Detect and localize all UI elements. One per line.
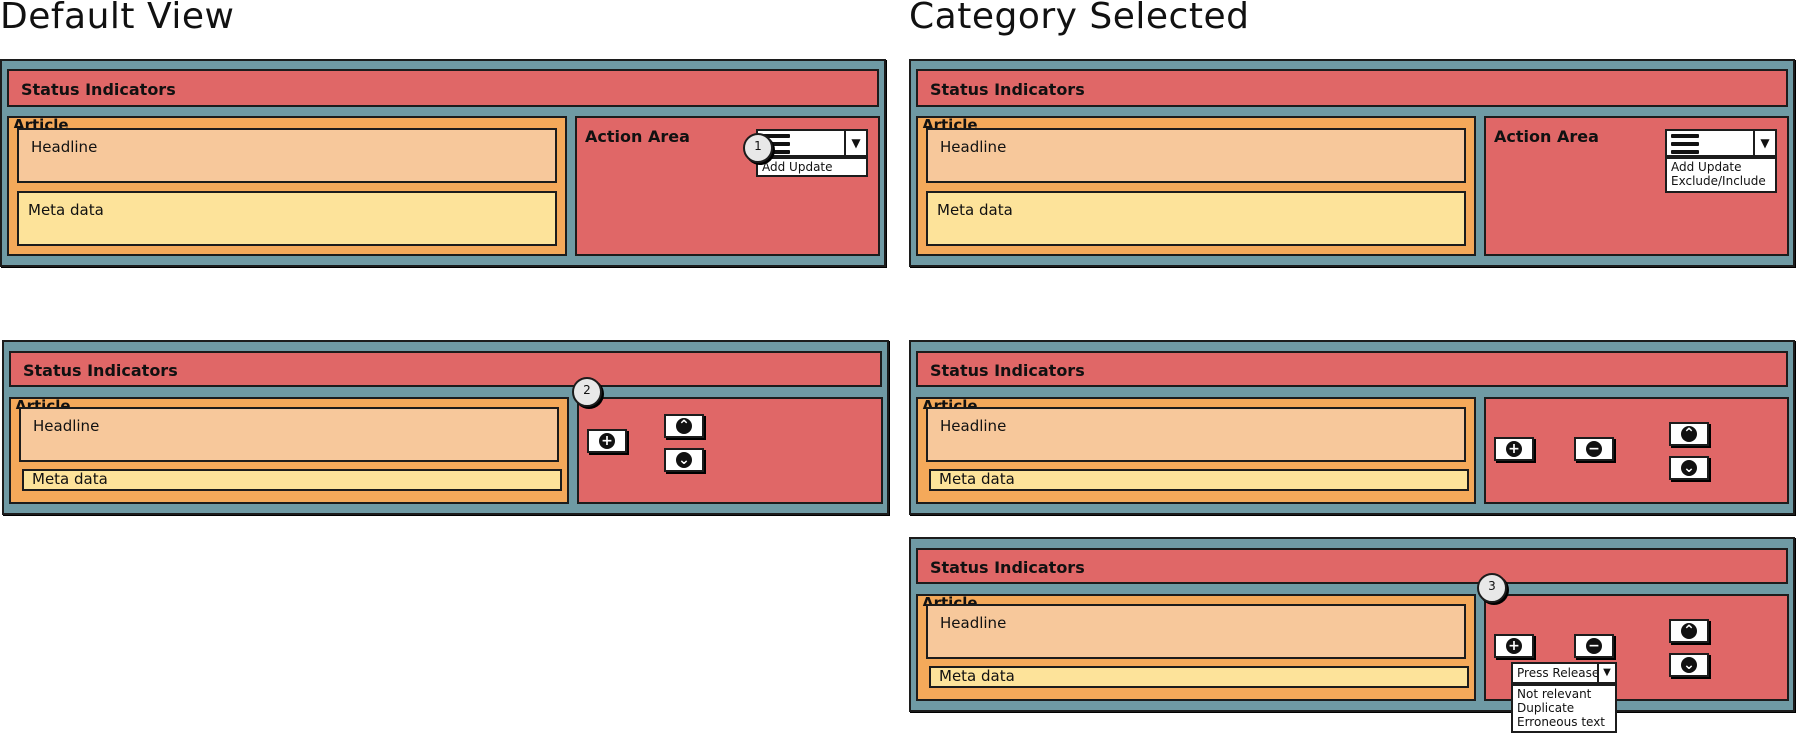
callout-3: 3 <box>1477 573 1507 603</box>
minus-icon: − <box>1586 441 1602 457</box>
move-down-button[interactable]: ⌄ <box>1669 456 1709 480</box>
callout-1: 1 <box>743 133 773 163</box>
category-select-value: Press Release <box>1517 666 1600 680</box>
headline-field[interactable]: Headline <box>926 604 1466 659</box>
meta-data-field[interactable]: Meta data <box>17 191 557 246</box>
meta-data-field[interactable]: Meta data <box>929 469 1469 491</box>
status-indicators: Status Indicators <box>7 69 879 107</box>
action-area: Action Area ▼ Add Update Exclude/Include <box>1484 116 1789 256</box>
hamburger-icon <box>1671 134 1699 154</box>
add-button[interactable]: + <box>1494 437 1534 461</box>
action-area: + − ⌃ ⌄ Press Release ▼ Not relevant Dup… <box>1484 594 1789 733</box>
panel-default-menu: Status Indicators Article Headline Meta … <box>0 59 886 267</box>
panel-category-exclude: Status Indicators Article Headline Meta … <box>909 537 1795 733</box>
plus-icon: + <box>599 433 615 449</box>
action-area: Action Area ▼ Add Update 1 <box>575 116 880 256</box>
category-selected-title: Category Selected <box>909 0 1250 37</box>
plus-icon: + <box>1506 441 1522 457</box>
status-indicators: Status Indicators <box>916 69 1788 107</box>
remove-button[interactable]: − <box>1574 634 1614 658</box>
panel-default-buttons: Status Indicators Article Headline Meta … <box>2 340 889 515</box>
headline-field[interactable]: Headline <box>926 407 1466 462</box>
option-duplicate[interactable]: Duplicate <box>1517 701 1611 715</box>
category-select-options: Not relevant Duplicate Erroneous text <box>1511 684 1617 733</box>
plus-icon: + <box>1506 638 1522 654</box>
article-block: Article Headline Meta data <box>916 397 1476 504</box>
chevron-down-icon: ⌄ <box>1681 657 1697 673</box>
article-block: Article Headline Meta data <box>916 594 1476 701</box>
move-up-button[interactable]: ⌃ <box>664 414 704 438</box>
move-down-button[interactable]: ⌄ <box>1669 653 1709 677</box>
action-menu[interactable]: ▼ <box>756 129 868 157</box>
default-view-title: Default View <box>0 0 235 37</box>
action-area-label: Action Area <box>585 127 690 146</box>
minus-icon: − <box>1586 638 1602 654</box>
action-area-label: Action Area <box>1494 127 1599 146</box>
category-select[interactable]: Press Release ▼ <box>1511 662 1617 684</box>
article-label: Article <box>13 116 69 128</box>
panel-category-menu: Status Indicators Article Headline Meta … <box>909 59 1795 267</box>
add-button[interactable]: + <box>587 429 627 453</box>
move-up-button[interactable]: ⌃ <box>1669 619 1709 643</box>
panel-category-buttons: Status Indicators Article Headline Meta … <box>909 340 1795 515</box>
menu-item-add-update[interactable]: Add Update <box>1671 160 1771 174</box>
status-indicators: Status Indicators <box>916 548 1788 584</box>
action-area: + ⌃ ⌄ <box>577 397 883 504</box>
headline-field[interactable]: Headline <box>17 128 557 183</box>
menu-item-exclude-include[interactable]: Exclude/Include <box>1671 174 1771 188</box>
dropdown-arrow-icon: ▼ <box>844 131 866 155</box>
article-block: Article Headline Meta data <box>9 397 569 504</box>
option-not-relevant[interactable]: Not relevant <box>1517 687 1611 701</box>
callout-2: 2 <box>572 377 602 407</box>
chevron-up-icon: ⌃ <box>676 418 692 434</box>
chevron-up-icon: ⌃ <box>1681 426 1697 442</box>
chevron-down-icon: ⌄ <box>676 452 692 468</box>
headline-field[interactable]: Headline <box>926 128 1466 183</box>
action-menu-dropdown: Add Update Exclude/Include <box>1665 157 1777 193</box>
meta-data-field[interactable]: Meta data <box>926 191 1466 246</box>
dropdown-arrow-icon: ▼ <box>1597 664 1615 682</box>
headline-field[interactable]: Headline <box>19 407 559 462</box>
article-block: Article Headline Meta data <box>916 116 1476 256</box>
meta-data-field[interactable]: Meta data <box>929 666 1469 688</box>
chevron-up-icon: ⌃ <box>1681 623 1697 639</box>
action-area: + − ⌃ ⌄ <box>1484 397 1789 504</box>
meta-data-field[interactable]: Meta data <box>22 469 562 491</box>
add-button[interactable]: + <box>1494 634 1534 658</box>
move-up-button[interactable]: ⌃ <box>1669 422 1709 446</box>
status-indicators: Status Indicators <box>916 351 1788 387</box>
move-down-button[interactable]: ⌄ <box>664 448 704 472</box>
article-block: Article Headline Meta data <box>7 116 567 256</box>
menu-item-add-update[interactable]: Add Update <box>762 160 862 174</box>
action-menu[interactable]: ▼ <box>1665 129 1777 157</box>
remove-button[interactable]: − <box>1574 437 1614 461</box>
action-menu-dropdown: Add Update <box>756 157 868 177</box>
dropdown-arrow-icon: ▼ <box>1753 131 1775 155</box>
option-erroneous-text[interactable]: Erroneous text <box>1517 715 1611 729</box>
status-indicators: Status Indicators <box>9 351 882 387</box>
article-label: Article <box>922 116 978 128</box>
chevron-down-icon: ⌄ <box>1681 460 1697 476</box>
